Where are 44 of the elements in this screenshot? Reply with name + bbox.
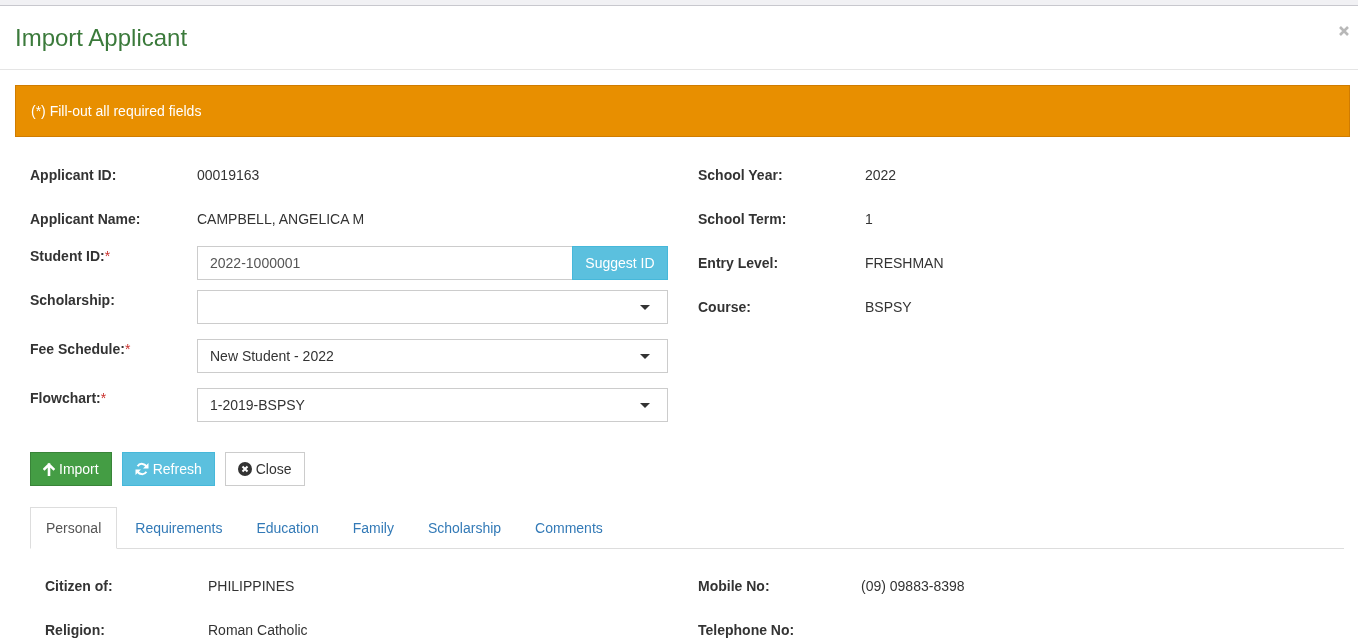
- caret-icon: [640, 353, 650, 359]
- select-field[interactable]: New Student - 2022: [197, 339, 668, 373]
- field-label: Flowchart:*: [30, 389, 108, 408]
- field-label: Entry Level:: [698, 254, 780, 273]
- import-button[interactable]: Import: [30, 452, 112, 486]
- select-field[interactable]: [197, 290, 668, 324]
- warning-alert: (*) Fill-out all required fields: [15, 85, 1350, 137]
- field-value: 00019163: [197, 166, 260, 185]
- field-value: Roman Catholic: [208, 621, 308, 640]
- text-field[interactable]: 2022-1000001: [197, 246, 572, 280]
- field-value: 2022: [865, 166, 897, 185]
- tab[interactable]: Family: [336, 507, 410, 549]
- refresh-icon: [134, 462, 149, 476]
- field-label: Student ID:*: [30, 247, 112, 266]
- field-label: Course:: [698, 298, 752, 317]
- field-label: Fee Schedule:*: [30, 340, 132, 359]
- modal-title: Import Applicant: [15, 23, 188, 52]
- field-label: School Term:: [698, 210, 788, 229]
- field-label: Scholarship:: [30, 291, 116, 310]
- field-label: School Year:: [698, 166, 784, 185]
- select-field[interactable]: 1-2019-BSPSY: [197, 388, 668, 422]
- field-label: Applicant Name:: [30, 210, 142, 229]
- tab[interactable]: Education: [240, 507, 335, 549]
- x-circle-icon: [237, 462, 252, 476]
- field-value: BSPSY: [865, 298, 912, 317]
- close-icon[interactable]: [1339, 26, 1349, 36]
- field-label: Mobile No:: [698, 577, 771, 596]
- tab[interactable]: Personal: [30, 507, 118, 549]
- caret-icon: [640, 402, 650, 408]
- field-value: (09) 09883-8398: [861, 577, 965, 596]
- close-button[interactable]: Close: [224, 452, 305, 486]
- field-value: FRESHMAN: [865, 254, 944, 273]
- tab[interactable]: Comments: [519, 507, 619, 549]
- field-value: CAMPBELL, ANGELICA M: [197, 210, 365, 229]
- field-value: PHILIPPINES: [208, 577, 295, 596]
- field-label: Telephone No:: [698, 621, 796, 640]
- caret-icon: [640, 304, 650, 310]
- tab[interactable]: Scholarship: [411, 507, 518, 549]
- field-value: 1: [865, 210, 873, 229]
- field-label: Applicant ID:: [30, 166, 118, 185]
- field-label: Citizen of:: [45, 577, 114, 596]
- arrow-up-icon: [43, 462, 55, 476]
- tab[interactable]: Requirements: [119, 507, 239, 549]
- field-label: Religion:: [45, 621, 106, 640]
